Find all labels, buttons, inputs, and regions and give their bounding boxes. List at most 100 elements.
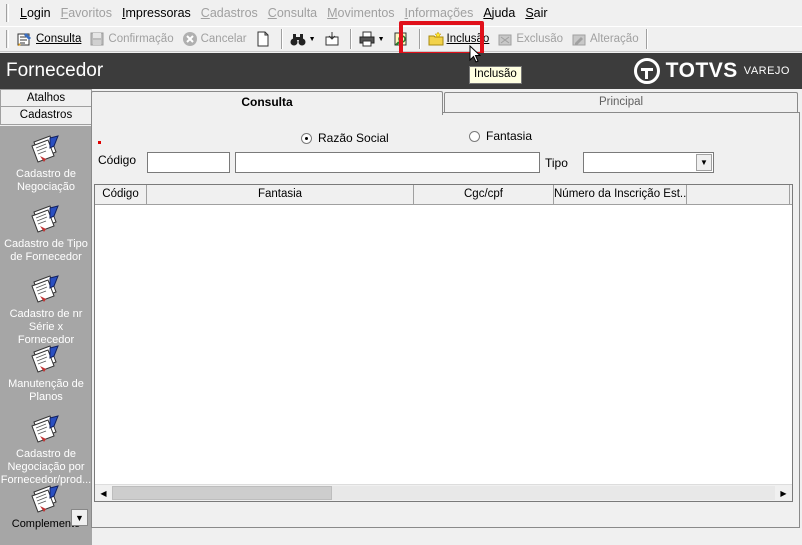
cancel-icon (182, 31, 198, 47)
results-grid[interactable]: Código Fantasia Cgc/cpf Número da Inscri… (94, 184, 793, 502)
brand-name: TOTVS (665, 59, 738, 82)
document-form-icon (30, 344, 62, 374)
required-marker (98, 141, 101, 144)
cancelar-button[interactable]: Cancelar (178, 28, 251, 50)
menu-items: Login Favoritos Impressoras Cadastros Consul… (15, 6, 553, 20)
chevron-down-icon[interactable]: ▼ (696, 154, 712, 171)
sidebar: Atalhos Cadastros Cadastro de Negociação… (0, 89, 92, 545)
print-dropdown-icon: ▼ (377, 35, 385, 43)
sidebar-item-label: Cadastro de Negociação por Fornecedor/pr… (0, 448, 92, 486)
sidebar-item-4[interactable]: Cadastro de Negociação por Fornecedor/pr… (0, 406, 92, 486)
totvs-logo: TOTVS VAREJO (633, 58, 790, 84)
menu-label-rest: onsulta (276, 6, 318, 20)
radio-razao-label: Razão Social (318, 131, 389, 145)
radio-razao-social[interactable]: Razão Social (301, 131, 389, 145)
exclusao-button[interactable]: Exclusão (493, 28, 567, 50)
inclusao-label: Inclusão (446, 33, 490, 45)
sidebar-item-0[interactable]: Cadastro de Negociação (0, 126, 92, 196)
exclusao-label: Exclusão (516, 33, 564, 45)
scroll-track[interactable] (332, 486, 775, 500)
codigo-label: Código (98, 153, 137, 167)
scroll-left-icon[interactable]: ◀ (95, 485, 112, 501)
consulta-button[interactable]: Consulta (13, 28, 85, 50)
menu-label-rest: ogin (26, 6, 51, 20)
sidebar-item-label: Cadastro de Tipo de Fornecedor (4, 238, 88, 263)
confirmacao-label: Confirmação (108, 33, 174, 45)
consulta-icon (17, 31, 33, 47)
menu-sair[interactable]: Sair (520, 6, 552, 20)
scroll-thumb[interactable] (112, 486, 332, 500)
sidebar-item-1[interactable]: Cadastro de Tipo de Fornecedor (0, 196, 92, 266)
toolbar-separator (280, 29, 283, 49)
preview-button[interactable] (389, 28, 416, 50)
name-search-input[interactable] (235, 152, 540, 173)
sidebar-item-label: Manutenção de Planos (8, 378, 84, 403)
find-button[interactable]: ▼ (286, 28, 320, 50)
export-icon (324, 31, 340, 47)
menu-favoritos[interactable]: Favoritos (56, 6, 117, 20)
column-header-extra[interactable] (687, 185, 790, 205)
menu-informacoes[interactable]: Informações (400, 6, 479, 20)
menu-label-rest: adastros (209, 6, 258, 20)
column-header-inscricao[interactable]: Número da Inscrição Est... (554, 185, 687, 205)
export-button[interactable] (320, 28, 347, 50)
radio-razao-dot (301, 132, 312, 144)
scroll-right-icon[interactable]: ▶ (775, 485, 792, 501)
column-header-codigo[interactable]: Código (95, 185, 147, 205)
confirmacao-button[interactable]: Confirmação (85, 28, 177, 50)
sidebar-item-2[interactable]: Cadastro de nr Série x Fornecedor (0, 266, 92, 346)
radio-fantasia[interactable]: Fantasia (469, 129, 532, 143)
menu-accelerator: S (525, 6, 534, 20)
binoculars-icon (290, 31, 306, 47)
alteracao-button[interactable]: Alteração (567, 28, 643, 50)
window-title: Fornecedor (6, 60, 104, 81)
main-area: Consulta Principal Razão Social Fantasia… (91, 91, 800, 528)
column-header-cgc-cpf[interactable]: Cgc/cpf (414, 185, 554, 205)
menu-cadastros[interactable]: Cadastros (196, 6, 263, 20)
printer-icon (359, 31, 375, 47)
tipo-select[interactable]: ▼ (583, 152, 714, 173)
menu-label-rest: juda (491, 6, 516, 20)
menu-consulta[interactable]: Consulta (263, 6, 322, 20)
tipo-label: Tipo (545, 156, 568, 170)
menu-accelerator: C (200, 6, 210, 20)
toolbar-separator (645, 29, 648, 49)
sidebar-tab-cadastros[interactable]: Cadastros (0, 107, 92, 125)
consulta-panel: Razão Social Fantasia Código Tipo ▼ Códi… (91, 112, 800, 528)
new-document-button[interactable] (251, 28, 278, 50)
menu-accelerator: A (483, 6, 492, 20)
radio-fantasia-dot (469, 130, 480, 142)
menu-impressoras[interactable]: Impressoras (117, 6, 196, 20)
grid-header: Código Fantasia Cgc/cpf Número da Inscri… (95, 185, 792, 205)
inclusao-button[interactable]: Inclusão (424, 28, 494, 50)
preview-icon (393, 31, 409, 47)
sidebar-item-label: Cadastro de nr Série x Fornecedor (9, 308, 83, 346)
sidebar-tab-atalhos[interactable]: Atalhos (0, 89, 92, 107)
title-band: Fornecedor TOTVS VAREJO (0, 53, 802, 89)
new-document-icon (255, 31, 271, 47)
menu-bar: Login Favoritos Impressoras Cadastros Consul… (0, 0, 802, 26)
brand-sub: VAREJO (743, 65, 790, 77)
consulta-label: Consulta (36, 33, 82, 45)
delete-icon (497, 31, 513, 47)
cancelar-label: Cancelar (200, 33, 247, 45)
document-form-icon (30, 414, 62, 444)
menu-ajuda[interactable]: Ajuda (478, 6, 520, 20)
sidebar-scroll-down-button[interactable]: ▼ (71, 509, 88, 526)
menu-movimentos[interactable]: Movimentos (322, 6, 399, 20)
grid-horizontal-scrollbar[interactable]: ◀ ▶ (95, 484, 792, 501)
document-form-icon (30, 204, 62, 234)
tab-principal[interactable]: Principal (444, 92, 798, 112)
menu-login[interactable]: Login (15, 6, 56, 20)
toolbar-grip (6, 30, 9, 48)
print-button[interactable]: ▼ (355, 28, 389, 50)
document-form-icon (30, 134, 62, 164)
codigo-input[interactable] (147, 152, 230, 173)
tooltip: Inclusão (469, 66, 522, 84)
tab-consulta[interactable]: Consulta (91, 91, 443, 115)
toolbar: Consulta Confirmação Cancelar ▼ ▼ Inclus… (0, 26, 802, 52)
sidebar-item-label: Cadastro de Negociação (16, 168, 76, 193)
menu-label-rest: ovimentos (337, 6, 395, 20)
totvs-logo-icon (633, 58, 660, 84)
column-header-fantasia[interactable]: Fantasia (147, 185, 414, 205)
